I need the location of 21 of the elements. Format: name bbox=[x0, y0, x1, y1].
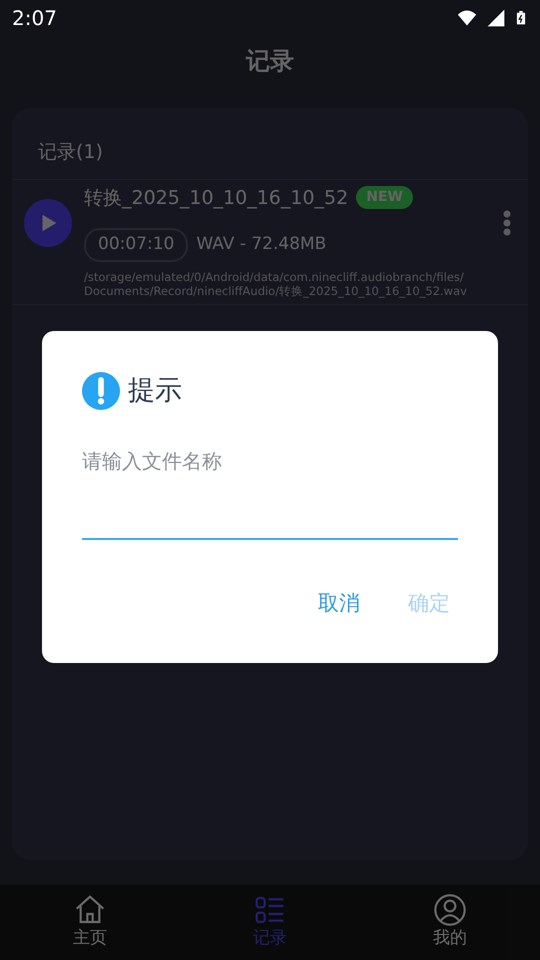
nav-tab[interactable]: 我的 bbox=[390, 892, 510, 952]
duration-label: 00:07:10 bbox=[84, 228, 188, 262]
page-title: 记录 bbox=[246, 46, 294, 77]
more-button[interactable] bbox=[502, 208, 512, 236]
dialog-message: 请输入文件名称 bbox=[82, 448, 223, 474]
play-button[interactable] bbox=[24, 198, 72, 246]
new-badge: NEW bbox=[356, 186, 413, 210]
status-time: 2:07 bbox=[12, 5, 57, 32]
recording-name: 转换_2025_10_10_16_10_52 bbox=[84, 186, 348, 210]
dialog-title: 提示 bbox=[128, 374, 182, 408]
file-info: WAV - 72.48MB bbox=[196, 233, 326, 256]
home-icon bbox=[73, 894, 107, 926]
alert-icon bbox=[82, 372, 120, 410]
nav-tab[interactable]: 主页 bbox=[30, 892, 150, 952]
profile-icon bbox=[433, 894, 467, 926]
dialog-button[interactable]: 取消 bbox=[318, 588, 360, 619]
more-icon bbox=[503, 210, 511, 236]
file-path: /storage/emulated/0/Android/data/com.ninecliff.audiobranch/files/ Documents/Record/ninecliffAudio/转换_2025_10_10_16_10_52.wav bbox=[84, 270, 468, 298]
signal-icon bbox=[486, 8, 506, 28]
records-heading: 记录(1) bbox=[37, 140, 104, 165]
wifi-icon bbox=[456, 8, 478, 28]
